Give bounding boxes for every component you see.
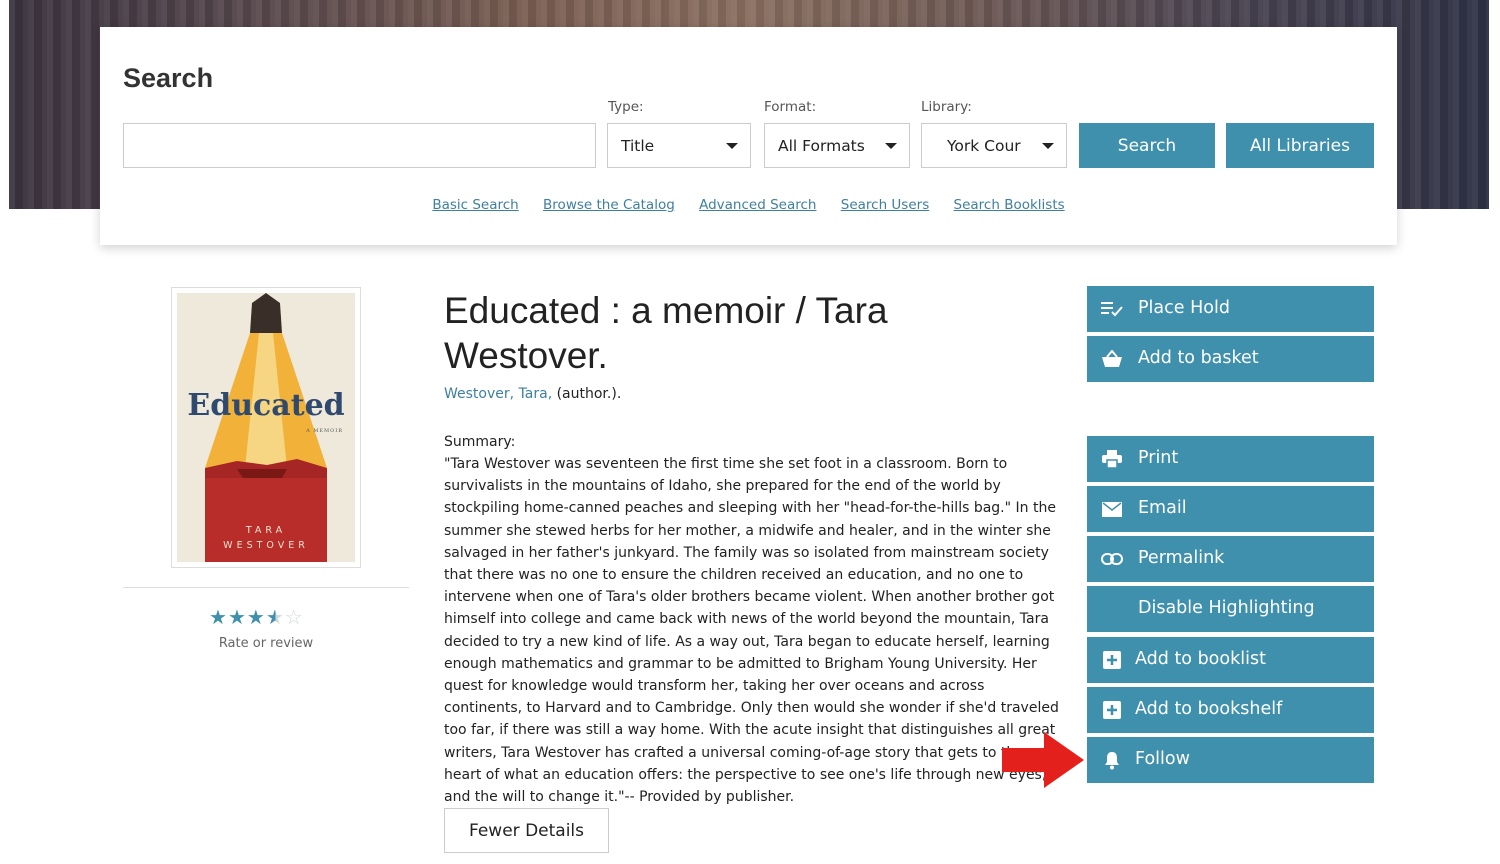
author-role: (author.). bbox=[552, 386, 622, 402]
cover-author-first: TARA bbox=[245, 525, 287, 536]
author-link[interactable]: Westover, Tara, bbox=[444, 386, 552, 402]
summary-text: "Tara Westover was seventeen the first t… bbox=[444, 456, 1059, 806]
search-button[interactable]: Search bbox=[1079, 123, 1215, 168]
annotation-arrow-icon bbox=[1002, 732, 1084, 788]
basic-search-link[interactable]: Basic Search bbox=[432, 197, 518, 213]
permalink-button[interactable]: Permalink bbox=[1087, 536, 1374, 582]
email-label: Email bbox=[1138, 498, 1187, 518]
type-select[interactable]: Title bbox=[607, 123, 751, 168]
print-button[interactable]: Print bbox=[1087, 436, 1374, 482]
library-label: Library: bbox=[921, 99, 972, 115]
add-to-bookshelf-button[interactable]: Add to bookshelf bbox=[1087, 687, 1374, 733]
add-to-bookshelf-label: Add to bookshelf bbox=[1135, 699, 1283, 719]
star-icon[interactable]: ★ bbox=[247, 605, 266, 629]
format-label: Format: bbox=[764, 99, 817, 115]
envelope-icon bbox=[1101, 499, 1123, 519]
chevron-down-icon bbox=[726, 143, 738, 149]
chevron-down-icon bbox=[885, 143, 897, 149]
list-check-icon bbox=[1101, 299, 1123, 319]
browse-catalog-link[interactable]: Browse the Catalog bbox=[543, 197, 675, 213]
library-select-value: York Cour bbox=[947, 136, 1021, 155]
half-star-icon[interactable]: ★ bbox=[266, 605, 285, 629]
disable-highlighting-button[interactable]: Disable Highlighting bbox=[1087, 586, 1374, 632]
place-hold-button[interactable]: Place Hold bbox=[1087, 286, 1374, 332]
plus-square-icon bbox=[1101, 650, 1123, 670]
add-to-booklist-button[interactable]: Add to booklist bbox=[1087, 637, 1374, 683]
add-to-basket-button[interactable]: Add to basket bbox=[1087, 336, 1374, 382]
place-hold-label: Place Hold bbox=[1138, 298, 1230, 318]
link-icon bbox=[1101, 549, 1123, 569]
search-panel: Search Type: Title Format: All Formats L… bbox=[100, 27, 1397, 245]
chevron-down-icon bbox=[1042, 143, 1054, 149]
search-users-link[interactable]: Search Users bbox=[841, 197, 929, 213]
all-libraries-button[interactable]: All Libraries bbox=[1226, 123, 1374, 168]
follow-button[interactable]: Follow bbox=[1087, 737, 1374, 783]
cover-image: Educated A MEMOIR TARA WESTOVER bbox=[177, 293, 355, 562]
search-booklists-link[interactable]: Search Booklists bbox=[954, 197, 1065, 213]
star-icon[interactable]: ★ bbox=[209, 605, 228, 629]
search-heading: Search bbox=[123, 63, 214, 93]
cover-title: Educated bbox=[187, 388, 345, 423]
book-cover[interactable]: Educated A MEMOIR TARA WESTOVER bbox=[171, 287, 361, 568]
type-select-value: Title bbox=[621, 136, 655, 155]
basket-icon bbox=[1101, 349, 1123, 369]
cover-author-last: WESTOVER bbox=[223, 540, 309, 551]
follow-label: Follow bbox=[1135, 749, 1190, 769]
cover-divider bbox=[123, 587, 409, 588]
search-input[interactable] bbox=[123, 123, 596, 168]
type-label: Type: bbox=[608, 99, 644, 115]
bell-icon bbox=[1101, 750, 1123, 770]
print-label: Print bbox=[1138, 448, 1179, 468]
star-outline-icon[interactable]: ☆ bbox=[285, 605, 304, 629]
rate-or-review-link[interactable]: Rate or review bbox=[123, 636, 409, 651]
book-title: Educated : a memoir / Tara Westover. bbox=[444, 290, 888, 376]
disable-highlighting-label: Disable Highlighting bbox=[1138, 598, 1315, 618]
add-to-booklist-label: Add to booklist bbox=[1135, 649, 1266, 669]
cover-author: TARA WESTOVER bbox=[177, 523, 355, 553]
library-select[interactable]: York Cour bbox=[921, 123, 1067, 168]
plus-square-icon bbox=[1101, 700, 1123, 720]
star-rating[interactable]: ★★★★☆ bbox=[209, 605, 304, 629]
fewer-details-button[interactable]: Fewer Details bbox=[444, 808, 609, 853]
advanced-search-link[interactable]: Advanced Search bbox=[699, 197, 816, 213]
email-button[interactable]: Email bbox=[1087, 486, 1374, 532]
summary-label: Summary: bbox=[444, 434, 516, 450]
search-links: Basic Search Browse the Catalog Advanced… bbox=[100, 197, 1397, 213]
add-to-basket-label: Add to basket bbox=[1138, 348, 1259, 368]
author-line: Westover, Tara, (author.). bbox=[444, 386, 621, 402]
cover-subtitle: A MEMOIR bbox=[306, 428, 343, 434]
star-icon[interactable]: ★ bbox=[228, 605, 247, 629]
format-select[interactable]: All Formats bbox=[764, 123, 910, 168]
permalink-label: Permalink bbox=[1138, 548, 1225, 568]
printer-icon bbox=[1101, 449, 1123, 469]
format-select-value: All Formats bbox=[778, 136, 865, 155]
